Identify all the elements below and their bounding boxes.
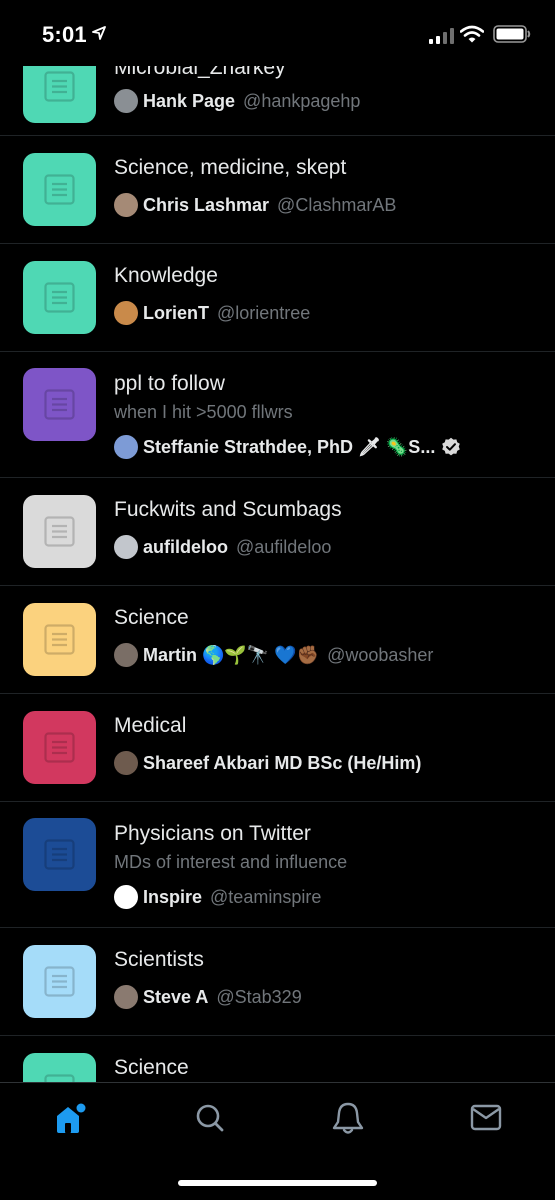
avatar <box>114 435 138 459</box>
list-icon <box>44 624 75 655</box>
list-title: ppl to follow <box>114 372 225 395</box>
list-owner: Chris Lashmar @ClashmarAB <box>114 192 396 218</box>
list-title: Medical <box>114 714 187 737</box>
list-description: when I hit >5000 fllwrs <box>114 402 293 422</box>
list-title: Knowledge <box>114 264 218 287</box>
list-title: Fuckwits and Scumbags <box>114 498 342 521</box>
list-thumbnail <box>23 261 96 334</box>
list-owner: aufildeloo @aufildeloo <box>114 534 331 560</box>
list-icon <box>44 516 75 547</box>
owner-handle: @teaminspire <box>210 886 322 907</box>
list-item[interactable]: Microbial_Zharkey Hank Page @hankpagehp <box>0 66 555 136</box>
location-arrow-icon <box>92 26 106 40</box>
list-thumbnail <box>23 153 96 226</box>
list-icon <box>44 282 75 313</box>
list-title: Science <box>114 1056 189 1079</box>
list-item[interactable]: Medical Shareef Akbari MD BSc (He/Him) <box>0 694 555 802</box>
list-thumbnail <box>23 1053 96 1082</box>
owner-name: Shareef Akbari MD BSc (He/Him) <box>143 752 422 773</box>
avatar <box>114 751 138 775</box>
list-icon <box>44 71 75 102</box>
list-title: Science <box>114 606 189 629</box>
messages-icon <box>470 1104 502 1131</box>
list-owner: Steffanie Strathdee, PhD 🗡 🦠S... <box>114 434 461 460</box>
owner-name: Hank Page <box>143 90 236 111</box>
list-item[interactable]: Science, medicine, skept Chris Lashmar @… <box>0 136 555 244</box>
owner-name: Martin 🌎🌱🔭 💙✊🏾 <box>143 644 320 665</box>
list-icon <box>44 1074 75 1082</box>
list-thumbnail <box>23 711 96 784</box>
owner-name: Steffanie Strathdee, PhD 🗡 🦠S... <box>143 436 436 457</box>
list-item[interactable]: Science <box>0 1036 555 1082</box>
avatar <box>114 89 138 113</box>
list-icon <box>44 389 75 420</box>
owner-handle: @ClashmarAB <box>277 194 397 215</box>
tab-home[interactable] <box>50 1101 90 1135</box>
avatar <box>114 193 138 217</box>
list-title: Microbial_Zharkey <box>114 66 286 79</box>
list-item[interactable]: Knowledge LorienT @lorientree <box>0 244 555 352</box>
list-item[interactable]: ppl to follow when I hit >5000 fllwrs St… <box>0 352 555 478</box>
list-icon <box>44 732 75 763</box>
list-item[interactable]: Science Martin 🌎🌱🔭 💙✊🏾 @woobasher <box>0 586 555 694</box>
owner-name: LorienT <box>143 302 209 323</box>
list-description: MDs of interest and influence <box>114 852 348 872</box>
list-thumbnail <box>23 945 96 1018</box>
owner-handle: @woobasher <box>327 644 434 665</box>
notifications-icon <box>332 1102 364 1134</box>
tab-search[interactable] <box>190 1101 230 1135</box>
owner-name: aufildeloo <box>143 536 228 557</box>
home-icon <box>57 1103 86 1133</box>
list-icon <box>44 174 75 205</box>
list-thumbnail <box>23 66 96 123</box>
owner-handle: @Stab329 <box>216 986 302 1007</box>
list-owner: LorienT @lorientree <box>114 300 310 326</box>
owner-name: Inspire <box>143 886 203 907</box>
owner-handle: @lorientree <box>217 302 311 323</box>
list-title: Scientists <box>114 948 204 971</box>
list-thumbnail <box>23 495 96 568</box>
tab-messages[interactable] <box>467 1101 507 1135</box>
list-icon <box>44 839 75 870</box>
verified-badge-icon <box>442 437 461 456</box>
owner-name: Steve A <box>143 986 209 1007</box>
list-thumbnail <box>23 603 96 676</box>
avatar <box>114 643 138 667</box>
owner-name: Chris Lashmar <box>143 194 270 215</box>
list-item[interactable]: Fuckwits and Scumbags aufildeloo @aufild… <box>0 478 555 586</box>
list-item[interactable]: Physicians on Twitter MDs of interest an… <box>0 802 555 928</box>
list-title: Science, medicine, skept <box>114 156 347 179</box>
avatar <box>114 885 138 909</box>
list-owner: Martin 🌎🌱🔭 💙✊🏾 @woobasher <box>114 642 433 668</box>
tab-notifications[interactable] <box>329 1101 369 1135</box>
signal-icon <box>429 28 454 44</box>
home-indicator[interactable] <box>178 1180 377 1186</box>
list-icon <box>44 966 75 997</box>
avatar <box>114 985 138 1009</box>
list-owner: Inspire @teaminspire <box>114 884 321 910</box>
list-title: Physicians on Twitter <box>114 822 311 845</box>
avatar <box>114 535 138 559</box>
wifi-icon <box>460 25 484 43</box>
battery-icon <box>493 25 531 43</box>
owner-handle: @hankpagehp <box>243 90 361 111</box>
list-thumbnail <box>23 368 96 441</box>
search-icon <box>196 1104 224 1132</box>
status-bar: 5:01 <box>0 0 555 66</box>
status-time: 5:01 <box>42 22 87 47</box>
list-owner: Shareef Akbari MD BSc (He/Him) <box>114 750 421 776</box>
lists-feed[interactable]: Microbial_Zharkey Hank Page @hankpagehp … <box>0 66 555 1082</box>
list-owner: Steve A @Stab329 <box>114 984 302 1010</box>
list-owner: Hank Page @hankpagehp <box>114 88 360 114</box>
avatar <box>114 301 138 325</box>
list-thumbnail <box>23 818 96 891</box>
owner-handle: @aufildeloo <box>236 536 332 557</box>
list-item[interactable]: Scientists Steve A @Stab329 <box>0 928 555 1036</box>
